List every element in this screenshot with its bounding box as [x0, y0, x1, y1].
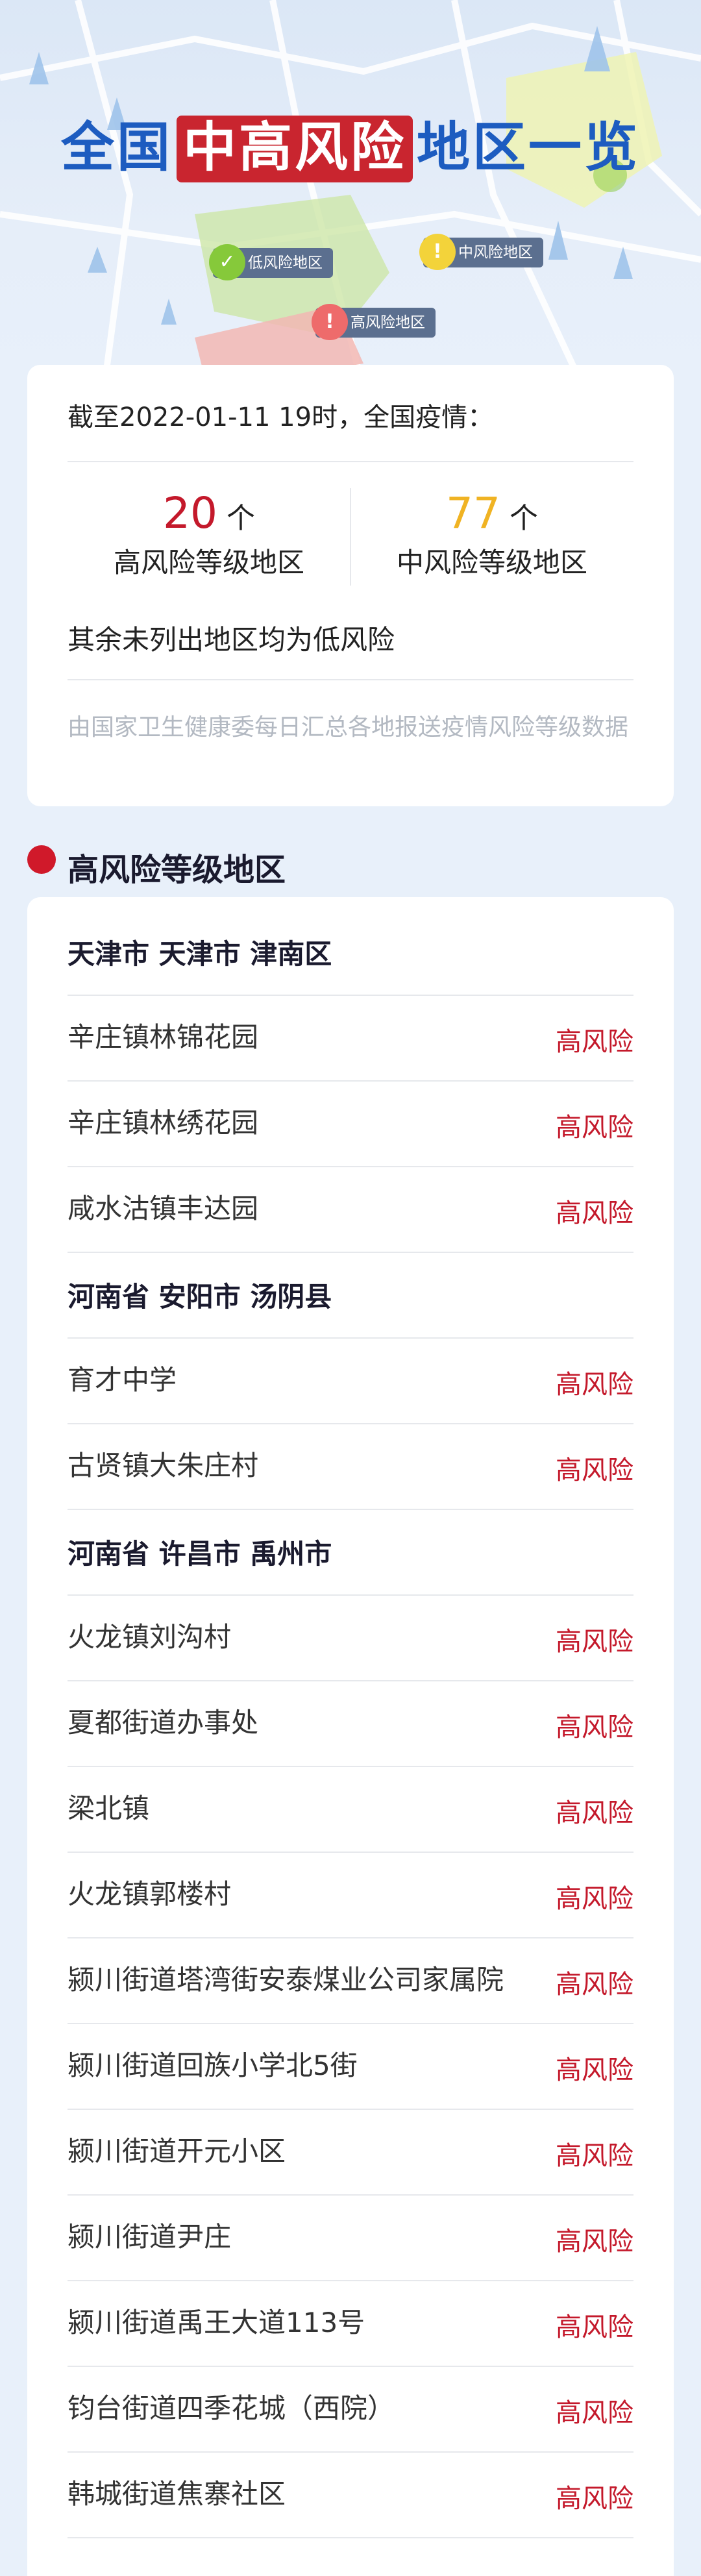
legend-medium-risk: ! 中风险地区 [419, 234, 543, 270]
region-group-name: 天津市 天津市 津南区 [68, 938, 332, 970]
region-name: 梁北镇 [68, 1792, 150, 1824]
low-risk-note: 其余未列出地区均为低风险 [68, 624, 395, 656]
medium-risk-count: 77 [446, 488, 500, 538]
risk-level-badge: 高风险 [556, 1027, 633, 1057]
region-list-item[interactable]: 辛庄镇林锦花园 高风险 [68, 996, 633, 1082]
risk-level-badge: 高风险 [556, 2227, 633, 2257]
region-list-item[interactable]: 古贤镇大朱庄村 高风险 [68, 1424, 633, 1510]
region-name: 辛庄镇林锦花园 [68, 1021, 259, 1053]
high-risk-unit: 个 [226, 502, 255, 535]
risk-level-badge: 高风险 [556, 1455, 633, 1485]
region-list-item[interactable]: 颍川街道塔湾街安泰煤业公司家属院 高风险 [68, 1938, 633, 2024]
risk-level-badge: 高风险 [556, 1370, 633, 1400]
risk-level-badge: 高风险 [556, 1198, 633, 1228]
title-highlight: 中高风险 [176, 116, 413, 182]
region-name: 辛庄镇林绣花园 [68, 1107, 259, 1139]
region-list-item[interactable]: 火龙镇郭楼村 高风险 [68, 1853, 633, 1938]
risk-level-badge: 高风险 [556, 1798, 633, 1828]
region-list-item[interactable]: 颍川街道禹王大道113号 高风险 [68, 2281, 633, 2367]
region-name: 夏都街道办事处 [68, 1707, 259, 1739]
region-group-header: 天津市 天津市 津南区 [68, 910, 633, 996]
legend-medium-label: 中风险地区 [458, 244, 533, 261]
high-risk-label: 高风险等级地区 [113, 547, 304, 578]
title-prefix: 全国 [60, 117, 173, 179]
region-list-item[interactable]: 梁北镇 高风险 [68, 1767, 633, 1853]
risk-level-badge: 高风险 [556, 1970, 633, 2000]
risk-level-badge: 高风险 [556, 1113, 633, 1143]
medium-risk-unit: 个 [509, 502, 538, 535]
summary-card: 截至2022-01-11 19时，全国疫情： 20 个 高风险等级地区 77 个 中… [27, 365, 674, 806]
risk-level-badge: 高风险 [556, 1884, 633, 1914]
region-group-header: 河南省 许昌市 禹州市 [68, 1510, 633, 1596]
region-list-item[interactable]: 韩城街道焦寨社区 高风险 [68, 2453, 633, 2538]
region-list-item[interactable]: 火龙镇刘沟村 高风险 [68, 1596, 633, 1681]
risk-level-badge: 高风险 [556, 2398, 633, 2428]
exclamation-icon: ! [312, 304, 348, 340]
region-list-item[interactable]: 颍川街道开元小区 高风险 [68, 2110, 633, 2196]
risk-level-badge: 高风险 [556, 1627, 633, 1657]
region-list-item[interactable]: 颍川街道尹庄 高风险 [68, 2196, 633, 2281]
check-icon: ✓ [209, 244, 245, 280]
legend-low-label: 低风险地区 [248, 254, 323, 271]
legend-high-risk: ! 高风险地区 [312, 304, 436, 340]
risk-level-badge: 高风险 [556, 1713, 633, 1742]
region-list-item[interactable]: 夏都街道办事处 高风险 [68, 1681, 633, 1767]
region-name: 颍川街道尹庄 [68, 2221, 232, 2253]
page-title: 全国 中高风险 地区一览 [0, 104, 701, 182]
high-risk-list: 天津市 天津市 津南区 辛庄镇林锦花园 高风险 辛庄镇林绣花园 高风险 咸水沽镇丰达园 高风… [27, 897, 674, 2576]
as-of-text: 截至2022-01-11 19时，全国疫情： [68, 402, 494, 432]
row-divider [68, 2537, 633, 2538]
medium-risk-label: 中风险等级地区 [396, 547, 587, 578]
title-suffix: 地区一览 [417, 117, 641, 179]
region-list-item[interactable]: 咸水沽镇丰达园 高风险 [68, 1167, 633, 1253]
medium-risk-stat: 77 个 中风险等级地区 [350, 488, 633, 580]
exclamation-icon: ! [419, 234, 456, 270]
page: 全国 中高风险 地区一览 ✓ 低风险地区 ! 中风险地区 ! 高风险地区 截至202… [0, 0, 701, 2576]
region-name: 火龙镇刘沟村 [68, 1621, 232, 1653]
region-name: 育才中学 [68, 1364, 177, 1396]
risk-level-badge: 高风险 [556, 2484, 633, 2514]
region-name: 钧台街道四季花城（西院） [68, 2392, 395, 2424]
section-title: 高风险等级地区 [68, 852, 286, 888]
region-list-item[interactable]: 育才中学 高风险 [68, 1339, 633, 1424]
region-name: 颍川街道禹王大道113号 [68, 2307, 365, 2338]
region-group-header: 河南省 安阳市 汤阴县 [68, 1253, 633, 1339]
legend-low-risk: ✓ 低风险地区 [209, 244, 333, 280]
region-list-item[interactable]: 钧台街道四季花城（西院） 高风险 [68, 2367, 633, 2453]
region-list-item[interactable]: 辛庄镇林绣花园 高风险 [68, 1082, 633, 1167]
region-name: 颍川街道塔湾街安泰煤业公司家属院 [68, 1964, 504, 1996]
risk-level-badge: 高风险 [556, 2055, 633, 2085]
divider [68, 679, 633, 680]
hero-map-banner: 全国 中高风险 地区一览 ✓ 低风险地区 ! 中风险地区 ! 高风险地区 [0, 0, 701, 390]
data-source-note: 由国家卫生健康委每日汇总各地报送疫情风险等级数据 [68, 714, 629, 741]
legend-high-label: 高风险地区 [350, 314, 425, 331]
region-group-name: 河南省 安阳市 汤阴县 [68, 1281, 332, 1313]
region-name: 颍川街道回族小学北5街 [68, 2050, 358, 2081]
region-name: 颍川街道开元小区 [68, 2135, 286, 2167]
region-list-item[interactable]: 颍川街道回族小学北5街 高风险 [68, 2024, 633, 2110]
high-risk-stat: 20 个 高风险等级地区 [68, 488, 350, 580]
region-name: 火龙镇郭楼村 [68, 1878, 232, 1910]
region-group-name: 河南省 许昌市 禹州市 [68, 1538, 332, 1570]
region-name: 咸水沽镇丰达园 [68, 1193, 259, 1224]
region-name: 韩城街道焦寨社区 [68, 2478, 286, 2510]
divider [68, 461, 633, 462]
region-name: 古贤镇大朱庄村 [68, 1450, 259, 1481]
risk-level-badge: 高风险 [556, 2312, 633, 2342]
section-marker-dot [27, 845, 56, 874]
high-risk-count: 20 [163, 488, 217, 538]
risk-level-badge: 高风险 [556, 2141, 633, 2171]
